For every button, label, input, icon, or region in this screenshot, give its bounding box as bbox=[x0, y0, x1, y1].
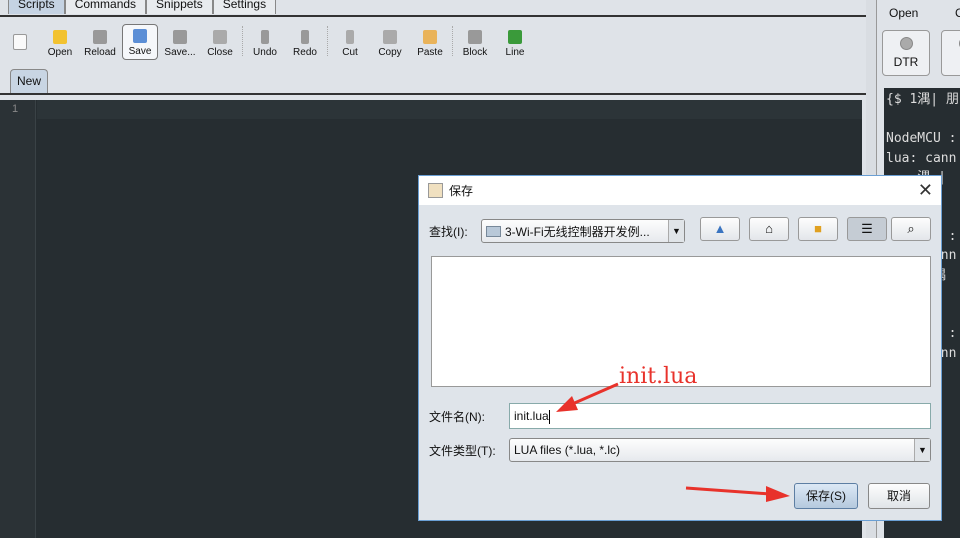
divider bbox=[0, 93, 866, 95]
rts-button[interactable]: R bbox=[941, 30, 960, 76]
details-view-button[interactable]: ⌕ bbox=[891, 217, 931, 241]
save-as-button[interactable]: Save... bbox=[160, 24, 200, 60]
up-folder-button[interactable]: ▲ bbox=[700, 217, 740, 241]
toolbar-separator bbox=[452, 26, 453, 56]
block-icon bbox=[468, 30, 482, 44]
list-icon: ☰ bbox=[861, 221, 873, 236]
dtr-button[interactable]: DTR bbox=[882, 30, 930, 76]
home-icon: ⌂ bbox=[765, 221, 773, 236]
dialog-title: 保存 bbox=[449, 184, 474, 198]
dialog-titlebar: 保存 ✕ bbox=[419, 176, 941, 205]
new-folder-button[interactable]: ■ bbox=[798, 217, 838, 241]
line-number-gutter: 1 bbox=[0, 100, 36, 538]
folder-icon bbox=[486, 225, 501, 237]
filename-row: 文件名(N): init.lua bbox=[429, 403, 931, 429]
close-icon[interactable]: ✕ bbox=[918, 180, 933, 201]
list-view-button[interactable]: ☰ bbox=[847, 217, 887, 241]
close-file-button[interactable]: Close bbox=[200, 24, 240, 60]
reload-icon bbox=[93, 30, 107, 44]
look-in-select[interactable]: 3-Wi-Fi无线控制器开发例... ▼ bbox=[481, 219, 685, 243]
cancel-button[interactable]: 取消 bbox=[868, 483, 930, 509]
filetype-select[interactable]: LUA files (*.lua, *.lc) ▼ bbox=[509, 438, 931, 462]
open-button[interactable]: Open bbox=[40, 24, 80, 60]
toolbar-separator bbox=[242, 26, 243, 56]
up-folder-icon: ▲ bbox=[713, 221, 727, 236]
look-in-row: 查找(I): 3-Wi-Fi无线控制器开发例... ▼ bbox=[429, 219, 685, 243]
reload-button[interactable]: Reload bbox=[80, 24, 120, 60]
close-port-label[interactable]: C bbox=[955, 6, 960, 20]
cut-button[interactable]: Cut bbox=[330, 24, 370, 60]
file-tab-new[interactable]: New bbox=[10, 69, 48, 93]
line-icon bbox=[508, 30, 522, 44]
save-button-dialog[interactable]: 保存(S) bbox=[794, 483, 858, 509]
terminal-line: {$ 1湡| 朋 bbox=[886, 92, 959, 107]
new-button[interactable] bbox=[0, 24, 40, 60]
chevron-down-icon: ▼ bbox=[668, 220, 684, 242]
text-caret bbox=[548, 409, 550, 424]
terminal-line: NodeMCU : bbox=[886, 131, 957, 146]
top-tabs: Scripts Commands Snippets Settings bbox=[8, 0, 277, 14]
paste-button[interactable]: Paste bbox=[410, 24, 450, 60]
line-button[interactable]: Line bbox=[495, 24, 535, 60]
look-in-label: 查找(I): bbox=[429, 224, 468, 239]
copy-icon bbox=[383, 30, 397, 44]
save-as-icon bbox=[173, 30, 187, 44]
toolbar-separator bbox=[327, 26, 328, 56]
chevron-down-icon: ▼ bbox=[914, 439, 930, 461]
divider bbox=[0, 15, 866, 17]
close-file-icon bbox=[213, 30, 227, 44]
tab-scripts[interactable]: Scripts bbox=[8, 0, 65, 14]
filetype-label: 文件类型(T): bbox=[429, 443, 496, 458]
copy-button[interactable]: Copy bbox=[370, 24, 410, 60]
undo-button[interactable]: Undo bbox=[245, 24, 285, 60]
save-dialog: 保存 ✕ 查找(I): 3-Wi-Fi无线控制器开发例... ▼ ▲ ⌂ ■ ☰… bbox=[418, 175, 942, 521]
annotation-text: init.lua bbox=[619, 364, 698, 389]
details-icon: ⌕ bbox=[907, 221, 915, 236]
filename-input[interactable]: init.lua bbox=[509, 403, 931, 429]
tab-snippets[interactable]: Snippets bbox=[146, 0, 213, 14]
tab-settings[interactable]: Settings bbox=[212, 0, 277, 14]
redo-button[interactable]: Redo bbox=[285, 24, 325, 60]
redo-icon bbox=[301, 30, 309, 44]
terminal-line: lua: cann bbox=[886, 150, 957, 166]
tab-commands[interactable]: Commands bbox=[64, 0, 147, 14]
toolbar: Open Reload Save Save... Close Undo Redo… bbox=[0, 20, 866, 60]
new-file-icon bbox=[13, 34, 27, 50]
block-button[interactable]: Block bbox=[455, 24, 495, 60]
save-icon bbox=[133, 29, 147, 43]
cut-icon bbox=[346, 30, 354, 44]
filename-label: 文件名(N): bbox=[429, 409, 485, 424]
paste-icon bbox=[423, 30, 437, 44]
current-line-highlight bbox=[37, 100, 862, 119]
save-button[interactable]: Save bbox=[122, 24, 158, 60]
folder-open-icon bbox=[53, 30, 67, 44]
led-icon bbox=[900, 37, 913, 50]
new-folder-icon: ■ bbox=[814, 221, 822, 236]
open-port-label[interactable]: Open bbox=[889, 6, 918, 20]
filetype-row: 文件类型(T): LUA files (*.lua, *.lc) ▼ bbox=[429, 438, 931, 462]
home-button[interactable]: ⌂ bbox=[749, 217, 789, 241]
java-icon bbox=[428, 183, 443, 198]
undo-icon bbox=[261, 30, 269, 44]
